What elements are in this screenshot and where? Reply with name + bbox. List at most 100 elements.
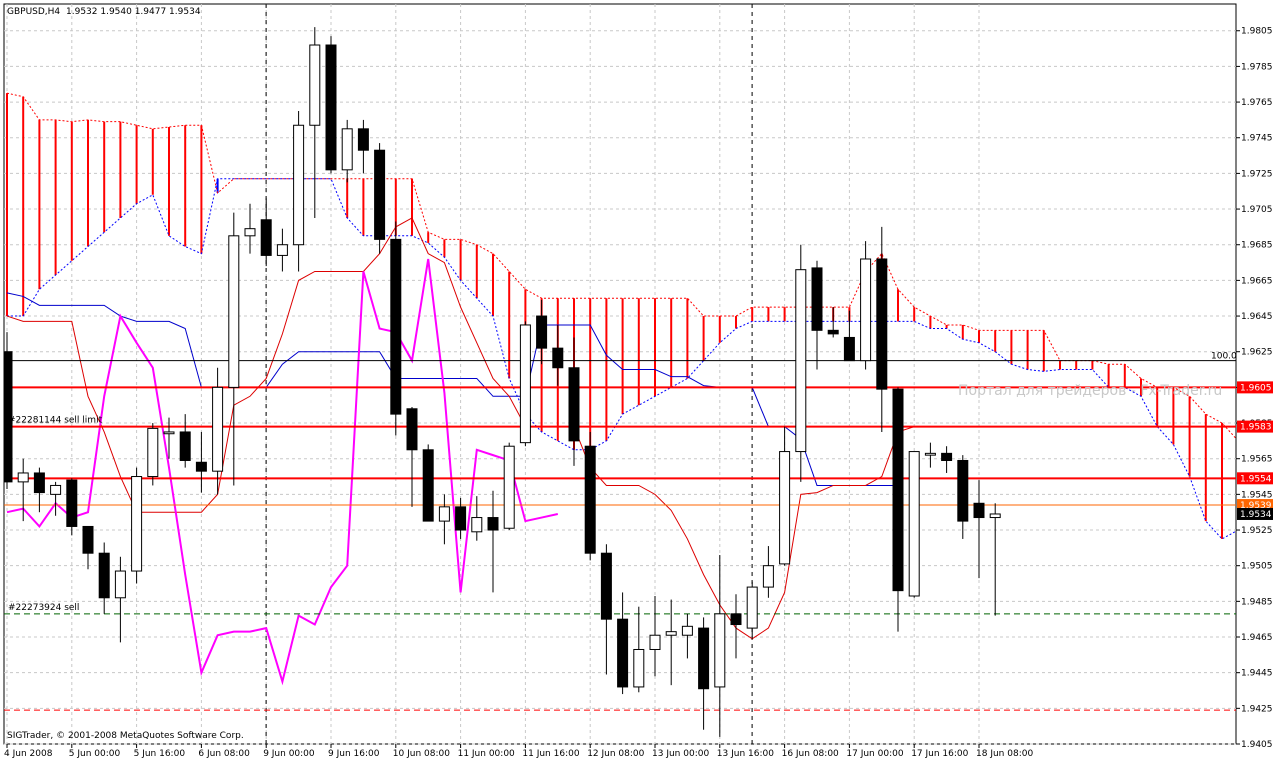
- candle-down[interactable]: [98, 552, 110, 599]
- y-tick-label: 1.9765: [1241, 98, 1273, 108]
- candle-down[interactable]: [390, 238, 402, 415]
- y-tick-label: 1.9805: [1241, 27, 1273, 37]
- candle-down[interactable]: [536, 315, 548, 349]
- candle-down[interactable]: [552, 347, 564, 369]
- candle-down[interactable]: [827, 329, 839, 335]
- x-tick-label: 17 Jun 00:00: [846, 749, 903, 759]
- y-tick-label: 1.9525: [1241, 526, 1273, 536]
- candle-down[interactable]: [33, 472, 45, 494]
- symbol-label: GBPUSD,H4: [7, 7, 60, 17]
- candle-down[interactable]: [66, 479, 78, 527]
- y-tick-label: 1.9565: [1241, 455, 1273, 465]
- candle-up[interactable]: [438, 506, 450, 522]
- candle-up[interactable]: [908, 451, 920, 597]
- watermark-text: Портал для трейдеров - Fx-Trader.ru: [958, 383, 1222, 399]
- x-tick-label: 10 Jun 08:00: [393, 749, 450, 759]
- x-tick-label: 9 Jun 16:00: [328, 749, 380, 759]
- current-price-text: 1.9534: [1240, 510, 1272, 520]
- candle-up[interactable]: [989, 513, 1001, 519]
- candle-down[interactable]: [357, 128, 369, 151]
- candle-up[interactable]: [762, 565, 774, 588]
- candle-down[interactable]: [455, 506, 467, 531]
- y-tick-label: 1.9485: [1241, 597, 1273, 607]
- candle-down[interactable]: [892, 388, 904, 592]
- candle-up[interactable]: [665, 631, 677, 636]
- price-badge-text: 1.9605: [1240, 383, 1272, 393]
- x-tick-label: 13 Jun 00:00: [652, 749, 709, 759]
- candle-down[interactable]: [843, 336, 855, 362]
- order-label: #22281144 sell limit: [8, 416, 103, 426]
- x-tick-label: 5 Jun 16:00: [134, 749, 186, 759]
- candle-down[interactable]: [876, 258, 888, 390]
- candle-down[interactable]: [487, 517, 499, 531]
- candlestick-chart[interactable]: #22281144 sell limit #22273924 sell Порта…: [0, 0, 1274, 760]
- candle-up[interactable]: [503, 445, 515, 529]
- candle-down[interactable]: [600, 552, 612, 620]
- y-tick-label: 1.9705: [1241, 205, 1273, 215]
- candle-up[interactable]: [212, 386, 224, 472]
- candle-up[interactable]: [228, 235, 240, 388]
- time-axis[interactable]: 4 Jun 2008 5 Jun 00:00 5 Jun 16:00 6 Jun 08…: [4, 744, 1033, 759]
- y-tick-label: 1.9505: [1241, 562, 1273, 572]
- candle-up[interactable]: [633, 648, 645, 688]
- x-tick-label: 12 Jun 08:00: [587, 749, 644, 759]
- candle-up[interactable]: [147, 427, 159, 478]
- candle-up[interactable]: [746, 586, 758, 629]
- candle-up[interactable]: [244, 228, 256, 237]
- y-tick-label: 1.9645: [1241, 312, 1273, 322]
- candle-up[interactable]: [50, 484, 62, 495]
- y-tick-label: 1.9445: [1241, 669, 1273, 679]
- candle-up[interactable]: [649, 634, 661, 650]
- candle-up[interactable]: [131, 476, 143, 572]
- candle-up[interactable]: [309, 44, 321, 126]
- x-tick-label: 11 Jun 16:00: [522, 749, 579, 759]
- candle-up[interactable]: [681, 625, 693, 636]
- y-tick-label: 1.9745: [1241, 134, 1273, 144]
- candle-up[interactable]: [114, 570, 126, 599]
- candle-down[interactable]: [195, 461, 207, 472]
- candle-down[interactable]: [584, 445, 596, 554]
- candle-down[interactable]: [325, 44, 337, 171]
- candle-down[interactable]: [973, 502, 985, 519]
- candle-up[interactable]: [276, 244, 288, 256]
- candle-down[interactable]: [374, 149, 386, 240]
- candle-down[interactable]: [811, 267, 823, 331]
- candle-up[interactable]: [924, 452, 936, 456]
- candle-down[interactable]: [179, 431, 191, 461]
- x-tick-label: 4 Jun 2008: [4, 749, 53, 759]
- x-tick-label: 11 Jun 00:00: [458, 749, 515, 759]
- candle-up[interactable]: [293, 124, 305, 246]
- chart-window[interactable]: #22281144 sell limit #22273924 sell Порта…: [0, 0, 1274, 760]
- x-tick-label: 16 Jun 08:00: [782, 749, 839, 759]
- x-tick-label: 13 Jun 16:00: [717, 749, 774, 759]
- candle-down[interactable]: [941, 452, 953, 461]
- candle-up[interactable]: [860, 258, 872, 362]
- candle-down[interactable]: [406, 408, 418, 451]
- y-tick-label: 1.9625: [1241, 348, 1273, 358]
- x-tick-label: 6 Jun 08:00: [198, 749, 250, 759]
- candle-down[interactable]: [422, 449, 434, 522]
- candle-down[interactable]: [698, 627, 710, 690]
- candle-down[interactable]: [957, 459, 969, 522]
- candle-down[interactable]: [568, 367, 580, 442]
- candle-down[interactable]: [260, 219, 272, 256]
- candle-up[interactable]: [341, 128, 353, 171]
- price-badge-text: 1.9583: [1240, 423, 1272, 433]
- candle-up[interactable]: [714, 613, 726, 688]
- candle-down[interactable]: [617, 618, 629, 688]
- y-tick-label: 1.9665: [1241, 276, 1273, 286]
- y-tick-label: 1.9465: [1241, 633, 1273, 643]
- candle-up[interactable]: [163, 431, 175, 435]
- candle-up[interactable]: [471, 517, 483, 533]
- x-tick-label: 5 Jun 00:00: [69, 749, 121, 759]
- candle-up[interactable]: [779, 451, 791, 565]
- candle-down[interactable]: [730, 613, 742, 626]
- candle-down[interactable]: [82, 525, 94, 554]
- y-tick-label: 1.9545: [1241, 490, 1273, 500]
- candle-up[interactable]: [795, 269, 807, 453]
- price-badge-text: 1.9554: [1240, 474, 1272, 484]
- candle-up[interactable]: [519, 324, 531, 444]
- candle-up[interactable]: [17, 472, 29, 483]
- ohlc-label: 1.9532 1.9540 1.9477 1.9534: [66, 7, 201, 17]
- y-tick-label: 1.9725: [1241, 169, 1273, 179]
